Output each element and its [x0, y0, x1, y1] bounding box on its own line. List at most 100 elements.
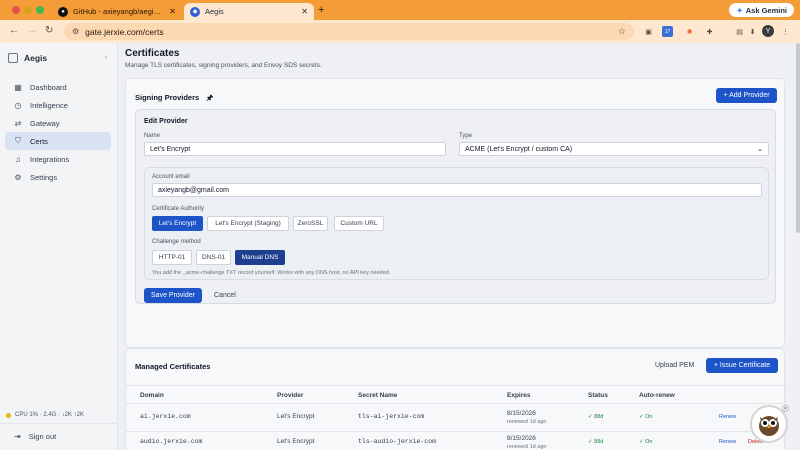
- column-header-domain: Domain: [140, 392, 164, 399]
- maximize-window-button[interactable]: [36, 6, 44, 14]
- challenge-option-manual-dns[interactable]: Manual DNS: [235, 250, 285, 265]
- sidebar-item-label: Settings: [30, 172, 58, 182]
- type-select-value: ACME (Let's Encrypt / custom CA): [465, 145, 573, 153]
- sidebar-item-integrations[interactable]: ♫ Integrations: [5, 150, 111, 168]
- browser-tab-github[interactable]: ● GitHub - axieyangb/aegis: Se ✕: [52, 3, 182, 20]
- sun-extension-icon[interactable]: ✺: [684, 26, 695, 37]
- address-bar[interactable]: ⚙ gate.jerxie.com/certs ☆: [64, 23, 634, 40]
- status-badge: ✓ 88d: [588, 414, 604, 420]
- cell-expires: 8/15/2026: [507, 435, 536, 442]
- forward-icon[interactable]: →: [27, 25, 37, 36]
- challenge-option-http01[interactable]: HTTP-01: [152, 250, 192, 265]
- close-assistant-icon[interactable]: ✕: [782, 405, 789, 412]
- type-select[interactable]: ACME (Let's Encrypt / custom CA) ⌄: [459, 142, 769, 156]
- challenge-option-dns01[interactable]: DNS-01: [196, 250, 231, 265]
- managed-certificates-card: Managed Certificates Upload PEM + Issue …: [125, 348, 786, 450]
- ca-option-zerossl[interactable]: ZeroSSL: [293, 216, 328, 231]
- sidebar-item-intelligence[interactable]: ◷ Intelligence: [5, 96, 111, 114]
- column-header-provider: Provider: [277, 392, 304, 399]
- column-header-expires: Expires: [507, 392, 531, 399]
- logo-icon: [8, 53, 18, 63]
- ca-option-letsencrypt-staging[interactable]: Let's Encrypt (Staging): [207, 216, 289, 231]
- main-content: Certificates Manage TLS certificates, si…: [118, 43, 800, 450]
- page-scrollbar[interactable]: [796, 43, 800, 233]
- sidebar-item-label: Gateway: [30, 118, 60, 128]
- puzzle-icon[interactable]: ✚: [704, 26, 715, 37]
- acme-settings-panel: Account email axieyangb@gmail.com Certif…: [144, 167, 769, 280]
- column-header-auto-renew: Auto-renew: [639, 392, 675, 399]
- sparkle-icon: ✦: [736, 5, 743, 15]
- github-icon: ●: [58, 6, 68, 17]
- edit-provider-panel: Edit Provider Name Let's Encrypt Type AC…: [135, 109, 776, 304]
- email-label: Account email: [152, 174, 190, 180]
- cell-secret: tls-audio-jerxie-com: [358, 438, 437, 445]
- sidebar-item-gateway[interactable]: ⇄ Gateway: [5, 114, 111, 132]
- upload-pem-button[interactable]: Upload PEM: [655, 362, 694, 369]
- close-tab-icon[interactable]: ✕: [169, 7, 176, 16]
- sidebar-item-dashboard[interactable]: ▦ Dashboard: [5, 78, 111, 96]
- cell-secret: tls-ai-jerxie-com: [358, 413, 425, 420]
- app-root: Aegis ‹ ▦ Dashboard ◷ Intelligence ⇄ Gat…: [0, 43, 800, 450]
- site-info-icon[interactable]: ⚙: [72, 27, 79, 36]
- sign-out-button[interactable]: ⇥ Sign out: [14, 432, 56, 441]
- sidebar-item-settings[interactable]: ⚙ Settings: [5, 168, 111, 186]
- bookmark-star-icon[interactable]: ☆: [618, 26, 626, 37]
- extension-badge-icon[interactable]: 17: [662, 26, 673, 37]
- status-badge: ✓ 88d: [588, 439, 604, 445]
- tab-title: Aegis: [205, 7, 224, 16]
- cpu-status: CPU 1% · 2.4G · ↓2K ↑2K: [6, 412, 84, 418]
- new-tab-button[interactable]: +: [318, 4, 324, 16]
- table-divider: [126, 431, 786, 432]
- ca-label: Certificate Authority: [152, 206, 205, 212]
- minimize-window-button[interactable]: [24, 6, 32, 14]
- shield-icon: ◆: [190, 6, 200, 17]
- sidebar-item-certs[interactable]: ⛉ Certs: [5, 132, 111, 150]
- sign-out-icon: ⇥: [14, 432, 21, 441]
- owl-icon: [759, 416, 779, 436]
- cell-domain: ai.jerxie.com: [140, 413, 191, 420]
- type-label: Type: [459, 133, 473, 139]
- renew-button[interactable]: Renew: [719, 414, 736, 420]
- chevron-down-icon: ⌄: [757, 146, 763, 153]
- sidebar-item-label: Certs: [30, 136, 48, 146]
- cell-domain: audio.jerxie.com: [140, 438, 203, 445]
- shield-check-icon: ⛉: [15, 136, 21, 145]
- ask-gemini-button[interactable]: ✦ Ask Gemini: [729, 3, 794, 17]
- extension-badge-count: 17: [664, 28, 671, 35]
- browser-tab-aegis[interactable]: ◆ Aegis ✕: [184, 3, 314, 20]
- auto-renew-badge: ✓ On: [639, 414, 653, 420]
- column-header-secret: Secret Name: [358, 392, 398, 399]
- collapse-sidebar-icon[interactable]: ‹: [105, 54, 107, 61]
- profile-avatar[interactable]: Y: [762, 25, 774, 37]
- ca-option-custom-url[interactable]: Custom URL: [334, 216, 384, 231]
- cell-renewed: renewed 1d ago: [507, 419, 547, 425]
- cell-renewed: renewed 1d ago: [507, 444, 547, 450]
- email-field[interactable]: axieyangb@gmail.com: [152, 183, 762, 197]
- back-icon[interactable]: ←: [9, 25, 19, 36]
- issue-certificate-button[interactable]: + Issue Certificate: [706, 358, 778, 373]
- reload-icon[interactable]: ↻: [45, 25, 53, 36]
- close-tab-icon[interactable]: ✕: [301, 7, 308, 16]
- signing-providers-title-text: Signing Providers: [135, 93, 200, 102]
- renew-button[interactable]: Renew: [719, 439, 736, 445]
- cast-icon[interactable]: ▣: [643, 26, 654, 37]
- more-menu-icon[interactable]: ⋮: [780, 26, 791, 37]
- pin-icon: 🖈: [206, 93, 214, 102]
- cell-provider: Let's Encrypt: [277, 438, 315, 445]
- auto-renew-badge: ✓ On: [639, 439, 653, 445]
- sidebar-item-label: Intelligence: [30, 100, 68, 110]
- table-divider: [126, 403, 786, 404]
- add-provider-button[interactable]: + Add Provider: [716, 88, 777, 103]
- brand[interactable]: Aegis: [8, 53, 47, 63]
- name-field[interactable]: Let's Encrypt: [144, 142, 446, 156]
- clock-icon: ◷: [14, 100, 22, 110]
- close-window-button[interactable]: [12, 6, 20, 14]
- download-icon[interactable]: ⬇: [747, 26, 758, 37]
- sidepanel-icon[interactable]: ▤: [734, 26, 745, 37]
- table-divider: [126, 385, 786, 386]
- signing-providers-title: Signing Providers 🖈: [135, 92, 213, 105]
- save-provider-button[interactable]: Save Provider: [144, 288, 202, 303]
- grid-icon: ▦: [14, 82, 22, 92]
- ca-option-letsencrypt[interactable]: Let's Encrypt: [152, 216, 203, 231]
- cancel-button[interactable]: Cancel: [214, 292, 236, 299]
